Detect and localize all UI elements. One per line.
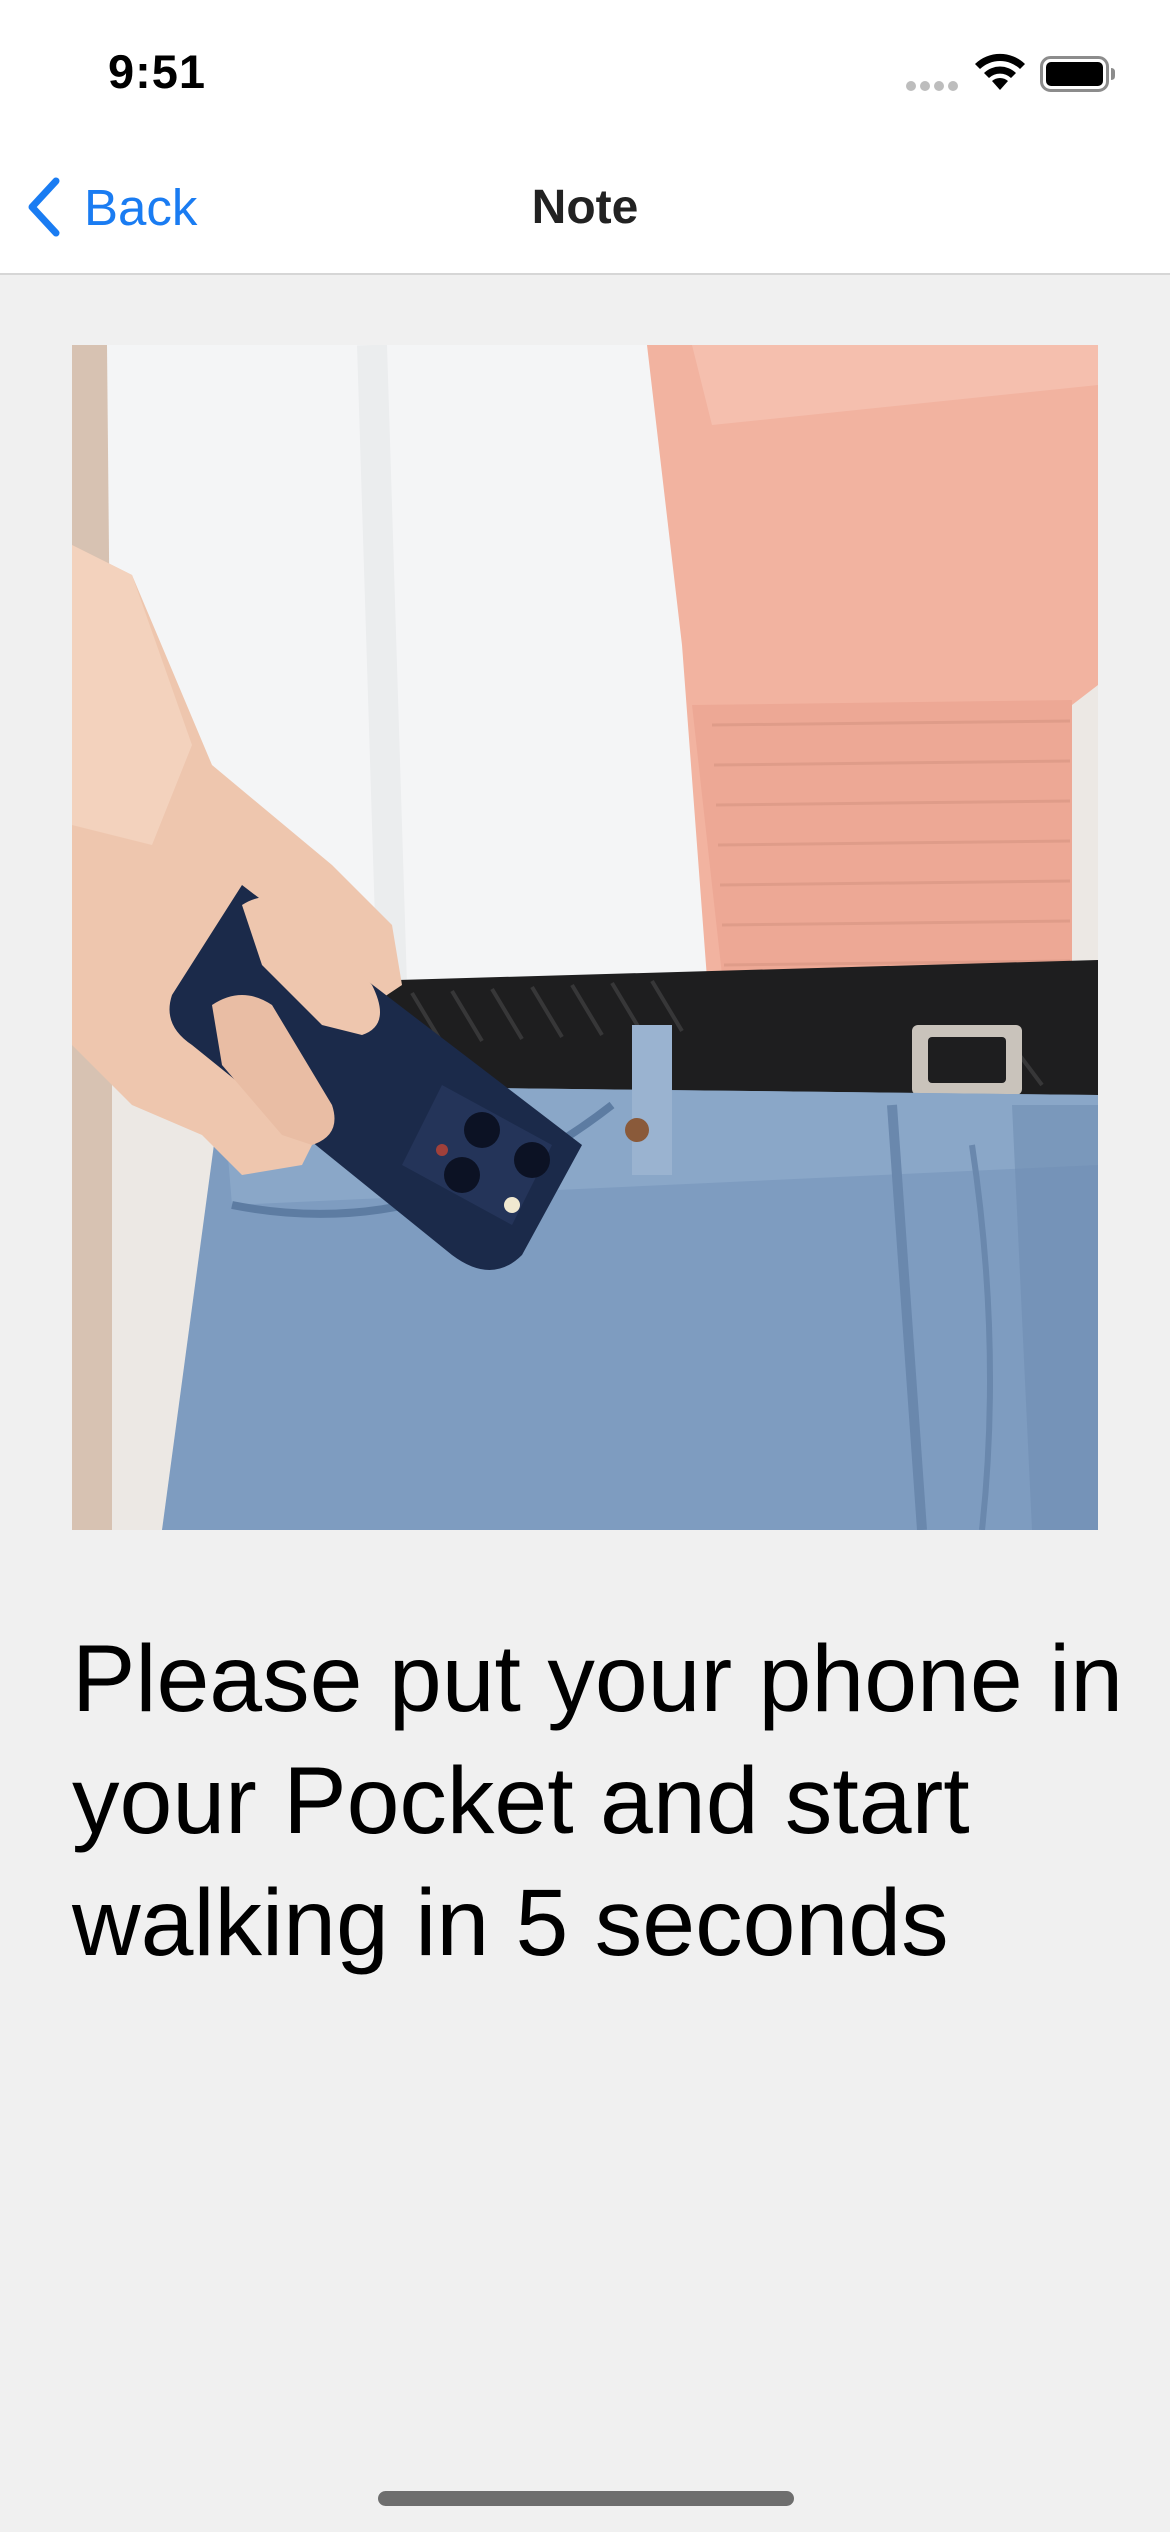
wifi-icon xyxy=(975,53,1025,90)
status-bar: 9:51 xyxy=(0,0,1170,150)
battery-icon xyxy=(1040,56,1115,92)
status-time: 9:51 xyxy=(108,45,207,98)
instruction-text: Please put your phone in your Pocket and… xyxy=(72,1626,1124,1976)
cellular-signal-icon xyxy=(906,81,958,91)
home-indicator[interactable] xyxy=(378,2491,794,2506)
navigation-bar: Back Note xyxy=(0,150,1170,275)
page-title: Note xyxy=(531,181,639,234)
phone-in-pocket-photo xyxy=(72,345,1098,1530)
